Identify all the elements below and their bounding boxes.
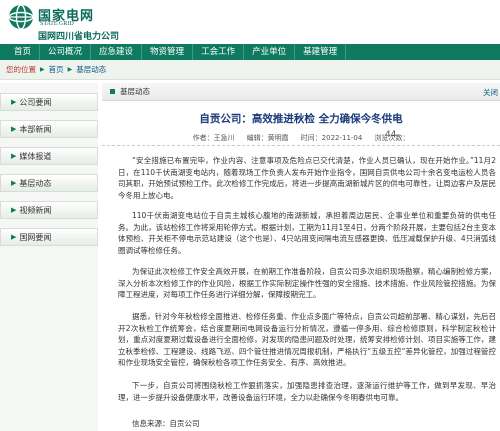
breadcrumb-separator-icon: ▶	[67, 66, 73, 73]
sidebar: ▶ 公司要闻 ▶ 本部新闻 ▶ 媒体报道 ▶ 基层动态 ▶ 视频新闻 ▶ 国网要…	[0, 83, 98, 431]
sidebar-item-label: 国网要闻	[19, 232, 52, 242]
nav-item-infrastructure[interactable]: 基建管理	[295, 44, 347, 60]
close-link[interactable]: 关闭	[483, 87, 498, 98]
site-header: 国家电网 STATE GRID 国网四川省电力公司	[0, 0, 500, 44]
article-paragraph: 下一步，自贡公司将围绕秋检工作狠抓落实，加强隐患排查治理，逐渐运行维护等工作，做…	[118, 381, 496, 402]
article-view-count: 44	[385, 130, 397, 140]
section-header: 基层动态 关闭	[102, 83, 500, 101]
nav-item-industry[interactable]: 产业单位	[244, 44, 296, 60]
nav-item-emergency[interactable]: 应急建设	[91, 44, 143, 60]
sidebar-item-hq-news[interactable]: ▶ 本部新闻	[0, 120, 98, 138]
breadcrumb-section-link[interactable]: 基层动态	[76, 64, 106, 75]
article-paragraph: 110千伏南湖变电站位于自贡主城核心腹地的南湖新城，承担着周边居民、企事业单位和…	[118, 211, 496, 255]
article-editor: 编辑：黄明霞	[246, 134, 289, 142]
breadcrumb-separator-icon: ▶	[40, 66, 45, 73]
sidebar-item-label: 视频新闻	[19, 205, 52, 215]
article-title: 自贡公司：高效推进秋检 全力确保今冬供电	[199, 113, 403, 125]
sidebar-item-label: 公司要闻	[19, 97, 52, 107]
article-time: 时间：2022-11-04	[300, 134, 363, 142]
chevron-right-icon: ▶	[11, 125, 17, 133]
article-paragraph: 据悉，针对今年秋检修全面推进、检修任务重、作业点多面广等特点，自贡公司超前部署、…	[118, 312, 496, 367]
sidebar-item-label: 基层动态	[19, 178, 52, 188]
sidebar-item-grassroots[interactable]: ▶ 基层动态	[0, 174, 98, 192]
chevron-right-icon: ▶	[11, 152, 17, 160]
chevron-right-icon: ▶	[11, 98, 17, 106]
sidebar-item-video-news[interactable]: ▶ 视频新闻	[0, 201, 98, 219]
chevron-right-icon: ▶	[11, 206, 17, 214]
meta-divider	[102, 145, 500, 146]
nav-item-union[interactable]: 工会工作	[193, 44, 245, 60]
chevron-right-icon: ▶	[11, 179, 17, 187]
section-bullet-icon	[110, 89, 115, 94]
sidebar-item-sgcc-news[interactable]: ▶ 国网要闻	[0, 228, 98, 246]
brand-name-en: STATE GRID	[40, 21, 74, 27]
company-name: 国网四川省电力公司	[38, 32, 120, 42]
article-author: 作者：王急川	[192, 134, 235, 142]
sidebar-item-media-reports[interactable]: ▶ 媒体报道	[0, 147, 98, 165]
main-nav: 首页 公司概况 应急建设 物资管理 工会工作 产业单位 基建管理	[0, 44, 500, 60]
section-label: 基层动态	[120, 87, 150, 96]
breadcrumb-home-link[interactable]: 首页	[49, 64, 64, 75]
sidebar-item-company-news[interactable]: ▶ 公司要闻	[0, 93, 98, 111]
article-source: 信息来源：自贡公司	[132, 419, 200, 428]
nav-item-company-overview[interactable]: 公司概况	[40, 44, 92, 60]
sidebar-item-label: 本部新闻	[19, 124, 52, 134]
article-paragraph: “安全措施已布置完毕，作业内容、注意事项及危险点已交代清楚，作业人员已确认，现在…	[118, 156, 496, 200]
breadcrumb: 您的位置 ▶ 首页 ▶ 基层动态	[0, 60, 500, 80]
chevron-right-icon: ▶	[11, 233, 17, 241]
nav-item-home[interactable]: 首页	[0, 44, 41, 60]
nav-item-materials[interactable]: 物资管理	[142, 44, 194, 60]
article-meta: 作者：王急川 编辑：黄明霞 时间：2022-11-04 浏览次数：	[102, 133, 500, 143]
state-grid-logo-icon	[8, 4, 34, 30]
breadcrumb-location-label: 您的位置	[6, 65, 36, 74]
sidebar-item-label: 媒体报道	[19, 151, 52, 161]
article-panel: 基层动态 关闭 自贡公司：高效推进秋检 全力确保今冬供电 作者：王急川 编辑：黄…	[102, 83, 500, 431]
article-paragraph: 为保证此次检修工作安全高效开展，在前期工作准备阶段，自贡公司多次组织现场勘察，精…	[118, 267, 496, 299]
